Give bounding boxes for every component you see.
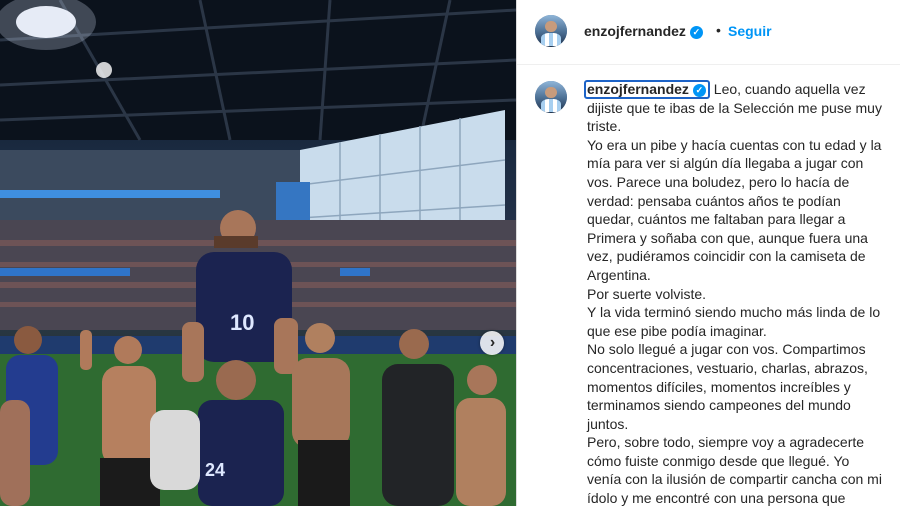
caption-avatar[interactable] xyxy=(535,81,567,113)
follow-button[interactable]: Seguir xyxy=(728,23,772,39)
caption-line: venía con la ilusión de compartir cancha… xyxy=(587,471,882,488)
caption-username-link[interactable]: enzojfernandez ✓ xyxy=(584,80,710,99)
caption-line: juntos. xyxy=(587,415,629,432)
caption-line: mía para ver si algún día llegaba a juga… xyxy=(587,155,864,172)
caption-line: triste. xyxy=(587,118,622,135)
post-side-panel: enzojfernandez ✓ • Seguir enzojfernandez ✓… xyxy=(516,0,900,506)
chevron-right-icon: › xyxy=(489,334,496,351)
caption-line: vos. Parece una boludez, pero lo hacía d… xyxy=(587,173,850,190)
avatar[interactable] xyxy=(535,15,567,47)
caption-line: vez, pudiéramos coincidir con la camiset… xyxy=(587,248,866,265)
username-text: enzojfernandez xyxy=(584,23,686,39)
caption-line: que ese pibe podía imaginar. xyxy=(587,322,767,339)
stadium-celebration-image: 10 24 xyxy=(0,0,516,506)
post-photo[interactable]: 10 24 › xyxy=(0,0,516,506)
separator-dot: • xyxy=(716,22,721,38)
caption-line: verdad: pensaba cuántos años te podían xyxy=(587,192,841,209)
caption-line: momentos difíciles, momentos increíbles … xyxy=(587,378,851,395)
caption-line: cómo fuiste conmigo desde que llegué. Yo xyxy=(587,452,850,469)
verified-badge-icon: ✓ xyxy=(692,83,706,97)
caption-line: Yo era un pibe y hacía cuentas con tu ed… xyxy=(587,136,882,153)
caption-line: concentraciones, vestuario, charlas, abr… xyxy=(587,359,868,376)
verified-badge-icon: ✓ xyxy=(689,25,703,39)
caption-line: Por suerte volviste. xyxy=(587,285,707,302)
caption-line: No solo llegué a jugar con vos. Comparti… xyxy=(587,341,866,358)
caption-text: Leo, cuando aquella vez xyxy=(713,81,866,97)
caption-line: Primera y soñaba con que, aunque fuera u… xyxy=(587,229,868,246)
caption-line: Y la vida terminó siendo mucho más linda… xyxy=(587,304,881,321)
post-header: enzojfernandez ✓ • Seguir xyxy=(517,0,900,65)
caption-line: ídolo y me encontré con una persona que xyxy=(587,490,846,507)
username-link[interactable]: enzojfernandez ✓ xyxy=(584,23,703,39)
caption-line: dijiste que te ibas de la Selección me p… xyxy=(587,99,882,116)
svg-text:10: 10 xyxy=(230,310,254,335)
caption-username: enzojfernandez xyxy=(587,81,689,97)
caption-line: Argentina. xyxy=(587,266,651,283)
caption-line: enzojfernandez ✓ Leo, cuando aquella vez xyxy=(584,80,900,99)
svg-text:24: 24 xyxy=(205,460,225,480)
next-photo-button[interactable]: › xyxy=(480,331,504,355)
caption-line: quedar, cuántos me faltaban para llegar … xyxy=(587,211,846,228)
post-caption: enzojfernandez ✓ Leo, cuando aquella vez … xyxy=(584,80,900,508)
caption-line: Pero, sobre todo, siempre voy a agradece… xyxy=(587,434,865,451)
caption-line: terminamos siendo campeones del mundo xyxy=(587,397,851,414)
